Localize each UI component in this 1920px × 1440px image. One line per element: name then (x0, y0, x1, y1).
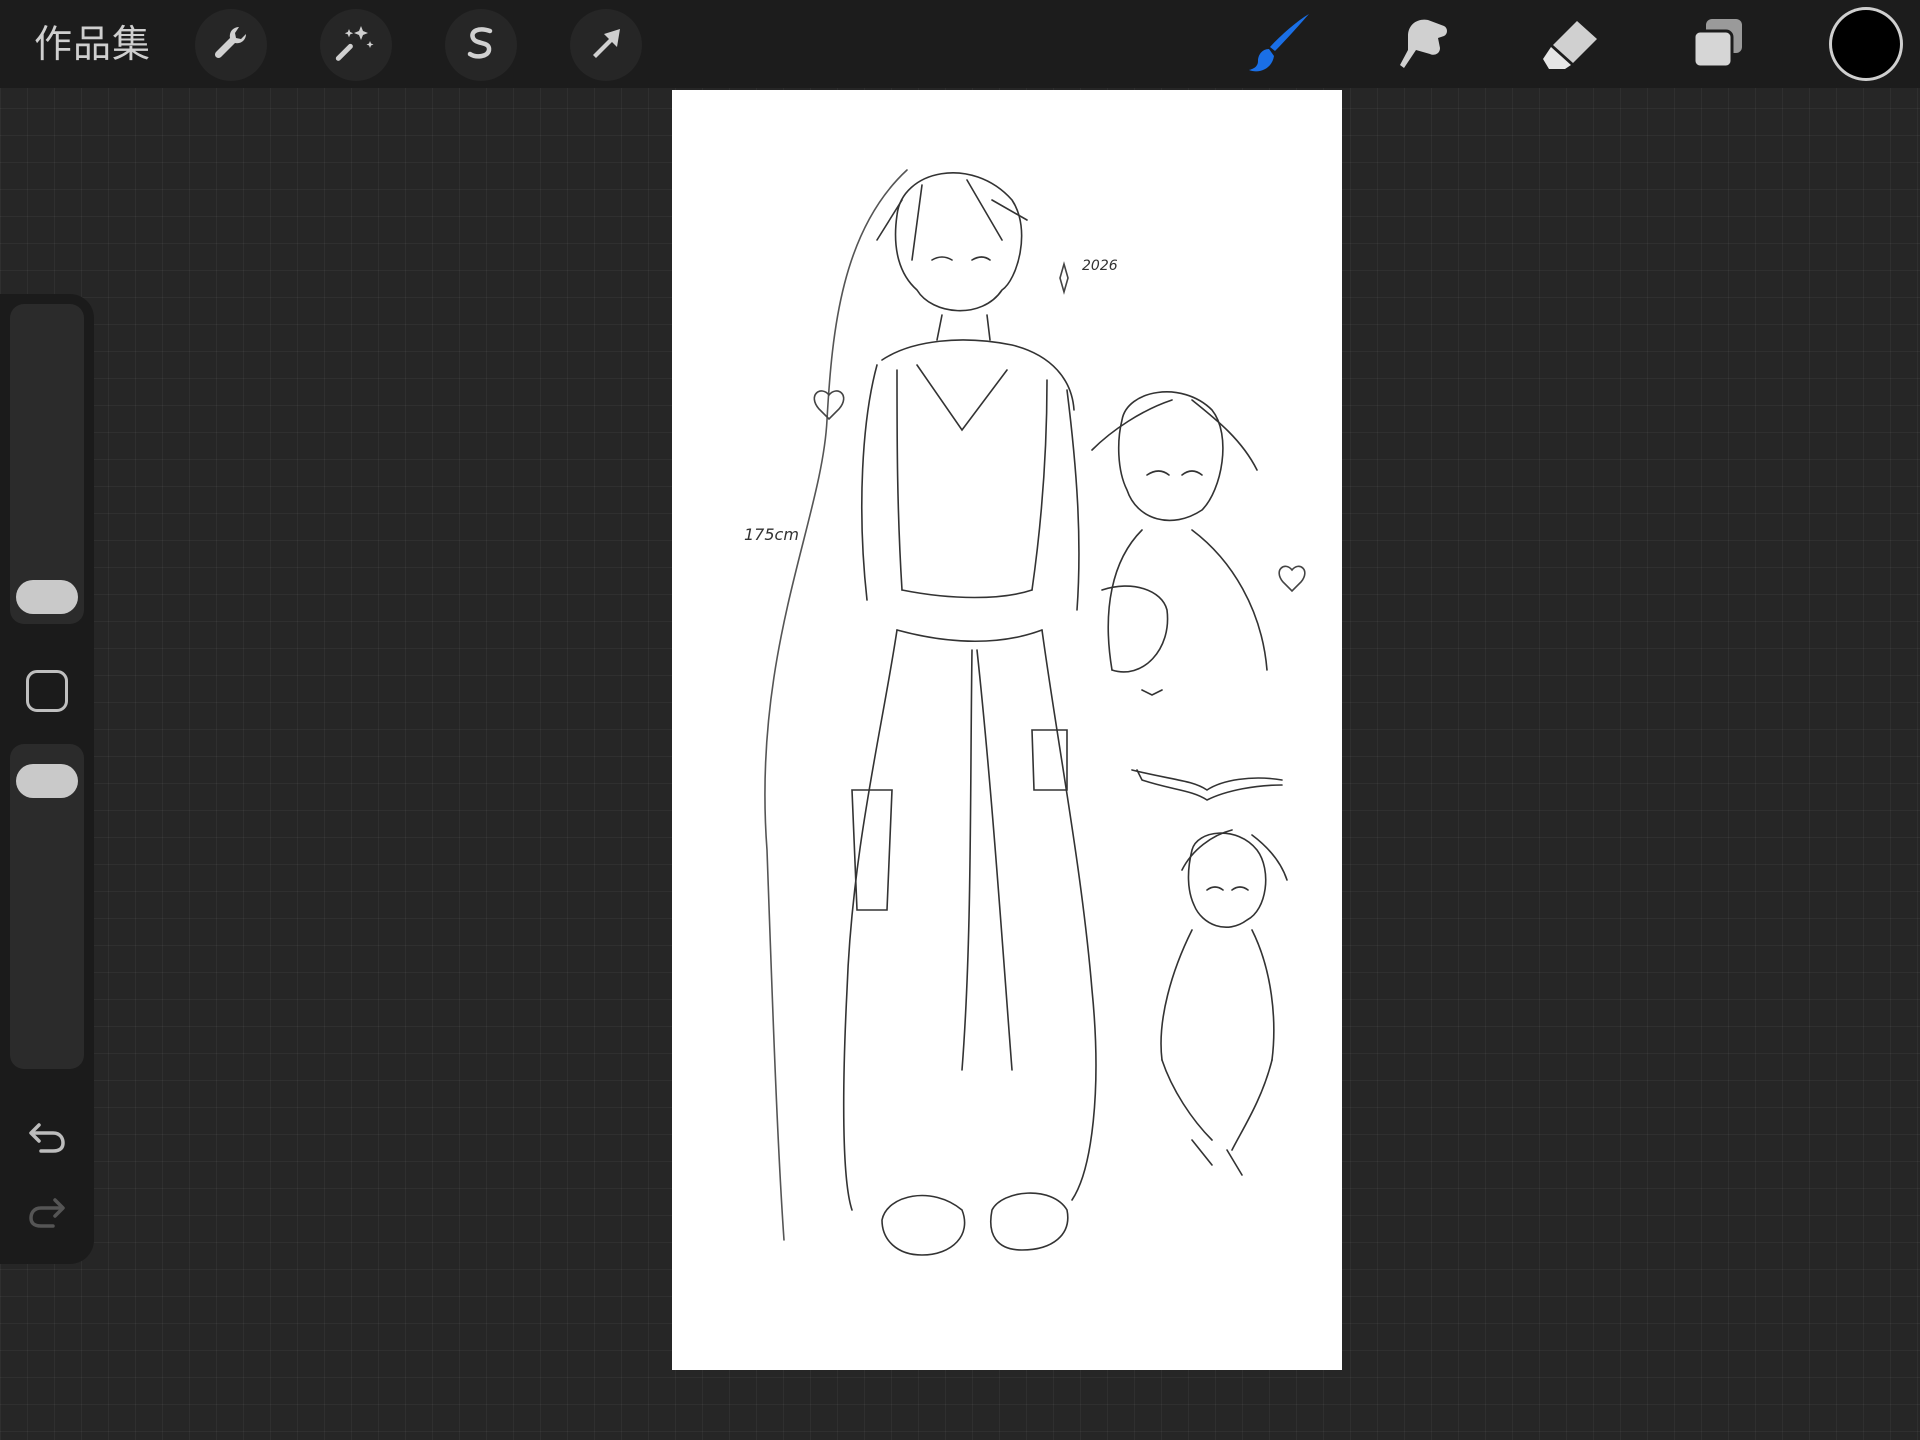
redo-icon (25, 1194, 69, 1234)
smudge-button[interactable] (1384, 8, 1464, 82)
brush-size-slider[interactable] (10, 304, 84, 624)
gallery-button[interactable]: 作品集 (34, 18, 151, 70)
eraser-button[interactable] (1530, 8, 1610, 82)
adjustments-button[interactable] (320, 9, 392, 81)
color-picker-button[interactable] (1832, 10, 1900, 78)
arrow-cursor-icon (584, 21, 628, 69)
opacity-thumb[interactable] (16, 764, 78, 798)
brush-icon (1245, 11, 1315, 79)
sketch-artwork: 2026 175cm (744, 169, 1306, 1256)
actions-button[interactable] (195, 9, 267, 81)
undo-icon (25, 1119, 69, 1159)
layers-button[interactable] (1678, 8, 1758, 82)
drawing-canvas[interactable]: 2026 175cm (672, 90, 1342, 1370)
eraser-icon (1539, 15, 1601, 75)
sketch-height-note: 175cm (744, 525, 799, 544)
brush-size-thumb[interactable] (16, 580, 78, 614)
sketch-date-note: 2026 (1082, 258, 1118, 274)
selection-s-icon (459, 21, 503, 69)
redo-button[interactable] (20, 1189, 74, 1239)
top-toolbar: 作品集 (0, 0, 1920, 88)
left-sidebar (0, 294, 94, 1264)
layers-icon (1688, 15, 1748, 75)
magic-wand-icon (334, 21, 378, 69)
transform-button[interactable] (570, 9, 642, 81)
smudge-finger-icon (1394, 12, 1454, 78)
selection-button[interactable] (445, 9, 517, 81)
undo-button[interactable] (20, 1114, 74, 1164)
brush-button[interactable] (1240, 8, 1320, 82)
modify-button[interactable] (26, 670, 68, 712)
wrench-icon (209, 21, 253, 69)
